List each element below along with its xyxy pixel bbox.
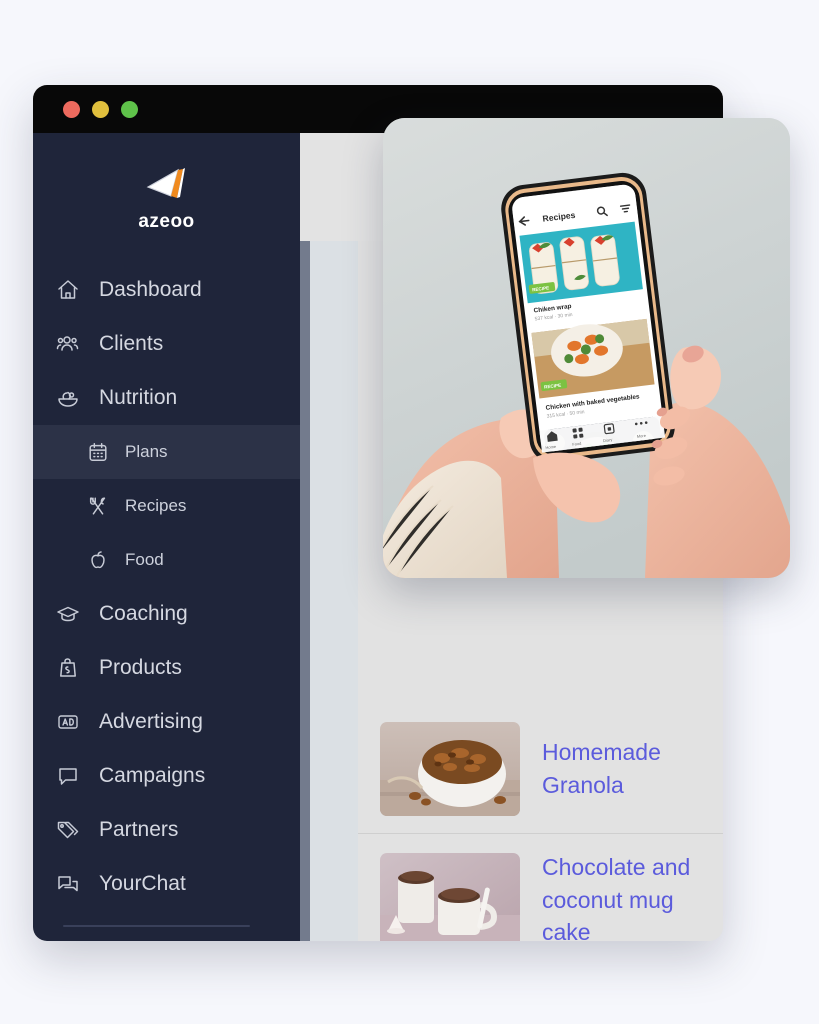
sidebar-item-products[interactable]: Products bbox=[33, 641, 300, 695]
close-button[interactable] bbox=[63, 100, 80, 118]
sidebar-item-coaching[interactable]: Coaching bbox=[33, 587, 300, 641]
sidebar: azeoo Dashboard Clients Nutrition Plans … bbox=[33, 133, 300, 941]
recipe-list-item[interactable]: Chocolate and coconut mug cake bbox=[358, 834, 723, 941]
recipe-title: Homemade Granola bbox=[542, 739, 661, 798]
mug-cake-photo bbox=[380, 852, 520, 941]
recipe-list-item[interactable]: Homemade Granola bbox=[358, 705, 723, 834]
sidebar-item-label: Recipes bbox=[125, 496, 187, 515]
sidebar-nav: Dashboard Clients Nutrition Plans Recipe… bbox=[33, 263, 300, 911]
main-scrollbar[interactable] bbox=[300, 241, 310, 941]
sidebar-item-label: Products bbox=[99, 656, 182, 679]
sidebar-item-nutrition[interactable]: Nutrition bbox=[33, 371, 300, 425]
sidebar-item-label: Plans bbox=[125, 442, 168, 461]
ad-badge-icon bbox=[55, 709, 81, 735]
sidebar-item-label: YourChat bbox=[99, 872, 186, 895]
sidebar-item-food[interactable]: Food bbox=[33, 533, 300, 587]
chat-bubbles-icon bbox=[55, 871, 81, 897]
sidebar-item-yourchat[interactable]: YourChat bbox=[33, 857, 300, 911]
shopping-bag-icon bbox=[55, 655, 81, 681]
sidebar-divider bbox=[63, 925, 250, 927]
brand-name: azeoo bbox=[138, 211, 195, 232]
sidebar-item-advertising[interactable]: Advertising bbox=[33, 695, 300, 749]
sidebar-item-label: Clients bbox=[99, 332, 164, 355]
sidebar-item-label: Dashboard bbox=[99, 278, 202, 301]
sidebar-item-campaigns[interactable]: Campaigns bbox=[33, 749, 300, 803]
sidebar-item-label: Partners bbox=[99, 818, 179, 841]
salad-bowl-icon bbox=[55, 385, 81, 411]
tag-icon bbox=[55, 817, 81, 843]
sidebar-item-plans[interactable]: Plans bbox=[33, 425, 300, 479]
sidebar-item-label: Campaigns bbox=[99, 764, 206, 787]
calendar-icon bbox=[87, 441, 109, 463]
granola-photo bbox=[380, 722, 520, 816]
minimize-button[interactable] bbox=[92, 100, 109, 118]
apple-icon bbox=[87, 549, 109, 571]
hands-holding-phone-photo: Recipes RECIPE Chiken wrap 537 kcal · 30… bbox=[383, 118, 790, 578]
maximize-button[interactable] bbox=[121, 100, 138, 118]
sidebar-item-dashboard[interactable]: Dashboard bbox=[33, 263, 300, 317]
people-icon bbox=[55, 331, 81, 357]
graduation-cap-icon bbox=[55, 601, 81, 627]
brand-logo[interactable]: azeoo bbox=[33, 133, 300, 263]
sidebar-item-clients[interactable]: Clients bbox=[33, 317, 300, 371]
recipe-title: Chocolate and coconut mug cake bbox=[542, 854, 691, 941]
cutlery-icon bbox=[87, 495, 109, 517]
sidebar-item-label: Advertising bbox=[99, 710, 203, 733]
sidebar-item-label: Food bbox=[125, 550, 164, 569]
sidebar-item-label: Coaching bbox=[99, 602, 188, 625]
sidebar-item-label: Nutrition bbox=[99, 386, 178, 409]
home-icon bbox=[55, 277, 81, 303]
azeoo-paper-plane-logo bbox=[146, 168, 185, 198]
sidebar-item-partners[interactable]: Partners bbox=[33, 803, 300, 857]
speech-bubble-icon bbox=[55, 763, 81, 789]
sidebar-item-recipes[interactable]: Recipes bbox=[33, 479, 300, 533]
